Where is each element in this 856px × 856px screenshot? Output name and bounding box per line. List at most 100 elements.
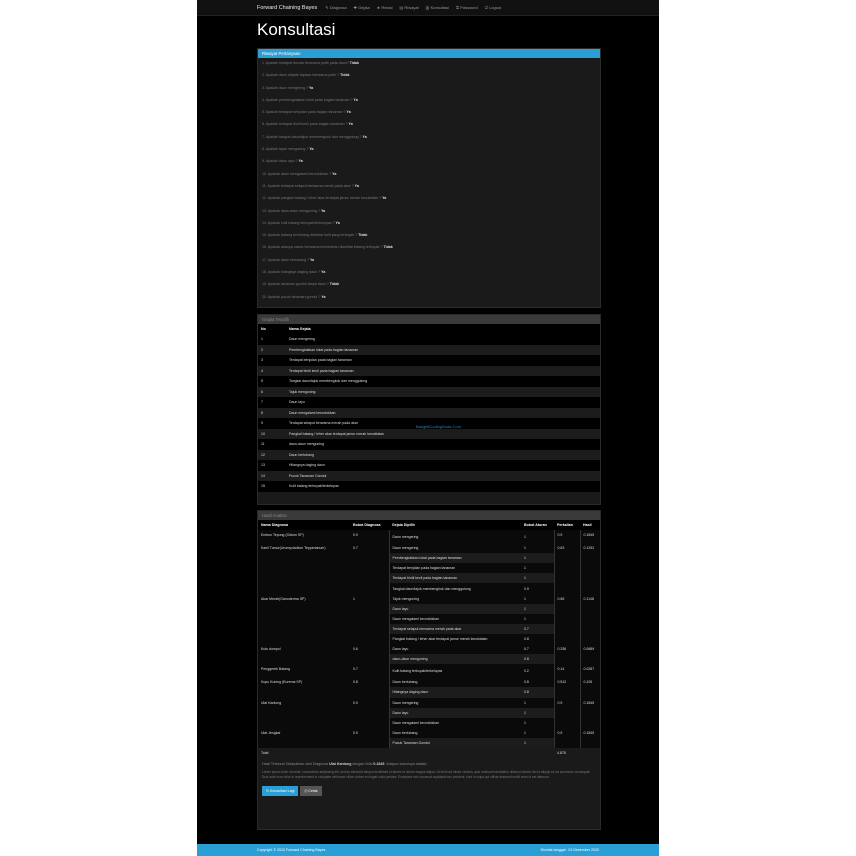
bobot-aturan: 0.7: [521, 623, 554, 634]
question-answer: Ya: [332, 171, 337, 176]
gejala-dipilih: Daun mengering: [388, 543, 521, 554]
question-answer: Ya: [308, 85, 314, 90]
table-row: Ulat Kantong 0.9 Daun mengering 1 0.9 0.1845: [258, 697, 600, 728]
col-header-hasil: Hasil: [580, 520, 600, 530]
nav-item-label: Gejala: [358, 5, 370, 10]
hasil-heading: Hasil Analisa: [258, 511, 600, 520]
question-text: 2. Apakah daun dilapisi lapisan berwarna…: [262, 73, 341, 78]
table-row: Embun Tepung (Odium SP) 0.9 Daun mengering…: [258, 530, 600, 544]
diagnosa-bobot: 0.9: [350, 530, 389, 544]
nav-item-diagnosa[interactable]: ✎ Diagnosa: [325, 5, 346, 10]
col-header-nama-gejala: Nama Gejala: [286, 324, 600, 334]
table-row: 1 Daun mengering: [258, 334, 600, 345]
diagnosa-name: Akar Merah(Ganoderma SP): [258, 593, 350, 645]
table-row: 15 Kulit batang terkoyak/terkelupas: [258, 481, 600, 492]
gejala-panel: Gejala Terpilih No Nama Gejala 1 Daun men…: [257, 314, 601, 505]
table-row: 6 Tajuk menguning: [258, 386, 600, 397]
nav-item-konsultasi[interactable]: ▥ Konsultasi: [426, 5, 449, 10]
nav-item-gejala[interactable]: ✚ Gejala: [354, 5, 370, 10]
gejala-dipilih: Daun layu: [388, 644, 521, 655]
nav-item-label: Relasi: [381, 5, 393, 10]
diagnosa-icon: ✎: [325, 5, 329, 10]
question-answer: Ya: [309, 257, 315, 262]
gejala-no: 13: [258, 460, 286, 471]
gejala-dipilih: Pangkal batang / leher akar terdapat jam…: [388, 633, 521, 645]
diagnosa-bobot: 1: [350, 593, 389, 645]
diagnosa-bobot: 0.9: [350, 697, 389, 728]
question-answer: Ya: [321, 294, 326, 299]
gejala-dipilih: Pucuk Tanaman Gundul: [388, 737, 521, 748]
gejala-dipilih: Daun mengalami kerontokkan: [388, 613, 521, 624]
watermark: BangkitCodingSoda.Com: [416, 424, 461, 429]
question-text: 14. Apakah kulit batang terkoyak/terkelu…: [262, 220, 336, 225]
password-icon: ⚿: [456, 5, 460, 10]
gejala-name: Tajuk menguning: [286, 386, 600, 397]
perkalian-value: 0.63: [553, 543, 580, 594]
table-row: Kutu dompol 0.6 Daun layu 0.7 0.336 0.0689: [258, 644, 600, 665]
nav-item-riwayat[interactable]: ▤ Riwayat: [400, 5, 419, 10]
question-item: 18. Apakah hilangnya daging daun ? Ya: [262, 270, 596, 282]
bobot-aturan: 0.9: [521, 583, 554, 594]
table-row: 13 Hilangnya daging daun: [258, 460, 600, 471]
table-row: 5 Tangkai daun/tajuk membengkok dan mengg…: [258, 376, 600, 387]
bobot-aturan: 1: [521, 593, 554, 604]
question-answer: Tidak: [358, 233, 368, 238]
gejala-dipilih: Daun berlubang: [388, 677, 521, 688]
perkalian-value: 0.512: [553, 677, 580, 698]
table-row: Kupu Kuning (Eurema SP) 0.8 Daun berlubang…: [258, 677, 600, 698]
question-item: 9. Apakah daun layu ? Ya: [262, 159, 596, 171]
gejala-dipilih: Tajuk menguning: [388, 593, 521, 604]
bobot-aturan: 0.8: [521, 654, 554, 665]
gejala-no: 7: [258, 397, 286, 408]
hasil-value: 0.0287: [579, 664, 600, 678]
riwayat-heading: Riwayat Pertanyaan: [258, 49, 600, 58]
gejala-name: Pucuk Tanaman Gundul: [286, 470, 600, 481]
gejala-name: Kulit batang terkoyak/terkelupas: [286, 481, 600, 492]
question-answer: Tidak: [340, 73, 350, 78]
nav-item-password[interactable]: ⚿ Password: [456, 5, 478, 10]
question-answer: Ya: [348, 122, 353, 127]
perkalian-value: 0.9: [553, 697, 580, 728]
question-item: 5. Apakah terdapat benjolan pada bagian …: [262, 110, 596, 122]
table-row: 14 Pucuk Tanaman Gundul: [258, 470, 600, 481]
conclusion: Hasil Terbesar Didapatkan oleh Diagnosa …: [262, 762, 428, 767]
hasil-value: 0.1845: [579, 697, 600, 728]
diagnosa-name: Kanil Tumor(Uromycladium Tepperianum): [258, 543, 350, 594]
gejala-no: 6: [258, 386, 286, 397]
gejala-table: No Nama Gejala 1 Daun mengering 2 Pembengka…: [258, 324, 600, 492]
question-item: 7. Apakah tangkai daun/tajuk membengkok …: [262, 135, 596, 147]
question-text: 20. Apakah pucuk tanaman gundul ?: [262, 294, 322, 299]
question-text: 19. Apakah tanaman gundul tanpa daun ?: [262, 282, 330, 287]
col-header-perkalian: Perkalian: [554, 520, 580, 530]
gejala-name: daun-daun menguning: [286, 439, 600, 450]
question-item: 3. Apakah daun mengering ? Ya: [262, 86, 596, 98]
question-list: 1. Apakah terdapat bercak berwarna putih…: [258, 58, 600, 310]
diagnosa-bobot: 0.7: [350, 664, 389, 678]
diagnosa-name: Ulat Kantong: [258, 697, 350, 728]
gejala-name: Terdapat benjolan pada bagian tanaman: [286, 355, 600, 366]
bobot-aturan: 1: [521, 563, 554, 574]
bobot-aturan: 0.7: [521, 644, 554, 655]
gejala-dipilih: Daun mengering: [388, 530, 521, 544]
navbar-brand[interactable]: Forward Chaining Bayes: [257, 5, 317, 11]
table-row: 2 Pembengkakkan lokal pada bagian tanaman: [258, 344, 600, 355]
question-text: 18. Apakah hilangnya daging daun ?: [262, 270, 322, 275]
hasil-value: 0.1292: [579, 543, 600, 594]
nav-item-relasi[interactable]: ★ Relasi: [377, 5, 393, 10]
question-item: 8. Apakah tajuk menguning ? Ya: [262, 147, 596, 159]
gejala-name: Daun mengering: [286, 334, 600, 345]
konsultasi-lagi-button[interactable]: ↻ Konsultasi Lagi: [262, 785, 299, 796]
question-answer: Ya: [298, 159, 303, 164]
question-text: 12. Apakah pangkal batang / leher akar t…: [262, 196, 383, 201]
gejala-name: Daun mengalami kerontokkan: [286, 407, 600, 418]
nav-item-logout[interactable]: ⏻ Logout: [485, 5, 502, 10]
hasil-value: 0.1148: [579, 593, 600, 645]
gejala-no: 3: [258, 355, 286, 366]
gejala-name: Hilangnya daging daun: [286, 460, 600, 471]
question-text: 5. Apakah terdapat benjolan pada bagian …: [262, 110, 347, 115]
gejala-dipilih: Hilangnya daging daun: [388, 687, 521, 698]
perkalian-value: 0.336: [553, 644, 580, 665]
col-header-bobot-aturan: Bobot Aturan: [521, 520, 554, 530]
question-answer: Tidak: [329, 282, 340, 287]
cetak-button[interactable]: ⎙ Cetak: [300, 785, 322, 796]
